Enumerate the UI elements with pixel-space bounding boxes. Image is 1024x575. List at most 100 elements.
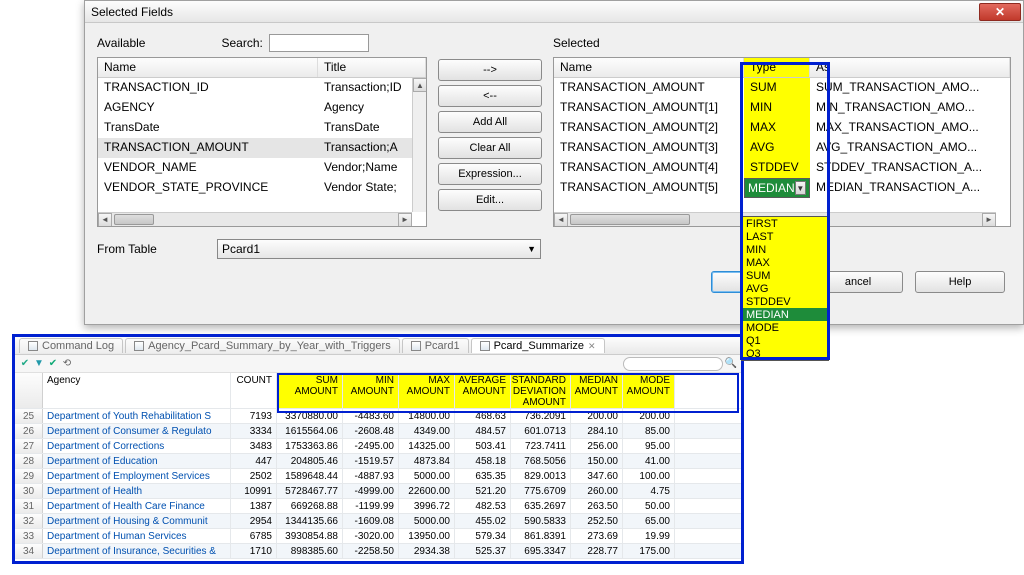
table-row[interactable]: 26Department of Consumer & Regulato33341… — [15, 424, 741, 439]
search-icon[interactable]: 🔍 — [725, 358, 737, 370]
available-vscroll[interactable]: ▲ — [412, 78, 426, 212]
tab[interactable]: Command Log — [19, 338, 123, 353]
type-cell[interactable]: AVG — [744, 138, 810, 158]
cell-agency[interactable]: Department of Consumer & Regulato — [43, 424, 231, 438]
type-cell-editing[interactable]: MEDIAN▼ — [744, 178, 810, 198]
selected-header-name[interactable]: Name — [554, 58, 744, 77]
available-row[interactable]: AGENCYAgency — [98, 98, 426, 118]
type-cell[interactable]: STDDEV — [744, 158, 810, 178]
tab[interactable]: Pcard1 — [402, 338, 469, 353]
table-row[interactable]: 33Department of Human Services6785393085… — [15, 529, 741, 544]
cell-agency[interactable]: Department of Education — [43, 454, 231, 468]
tab-close-icon[interactable]: ✕ — [588, 341, 596, 352]
header-avg[interactable]: AVERAGE AMOUNT — [455, 373, 511, 408]
available-cell-name: TRANSACTION_AMOUNT — [98, 138, 318, 158]
scroll-up-icon[interactable]: ▲ — [413, 78, 427, 92]
type-cell[interactable]: MIN — [744, 98, 810, 118]
cell-agency[interactable]: Department of Employment Services — [43, 469, 231, 483]
cell-agency[interactable]: Department of Corrections — [43, 439, 231, 453]
dropdown-option[interactable]: Q3 — [742, 347, 828, 360]
search-input[interactable] — [269, 34, 369, 52]
available-row[interactable]: TRANSACTION_IDTransaction;ID — [98, 78, 426, 98]
dropdown-option[interactable]: MIN — [742, 243, 828, 256]
scroll-right-icon[interactable]: ► — [982, 213, 996, 227]
scroll-track[interactable] — [112, 213, 398, 227]
dropdown-option[interactable]: MAX — [742, 256, 828, 269]
dropdown-option[interactable]: STDDEV — [742, 295, 828, 308]
header-mode[interactable]: MODE AMOUNT — [623, 373, 675, 408]
selected-row[interactable]: TRANSACTION_AMOUNT[2]MAXMAX_TRANSACTION_… — [554, 118, 1010, 138]
header-count[interactable]: COUNT — [231, 373, 277, 408]
selected-row[interactable]: TRANSACTION_AMOUNT[1]MINMIN_TRANSACTION_… — [554, 98, 1010, 118]
header-med[interactable]: MEDIAN AMOUNT — [571, 373, 623, 408]
edit-button[interactable]: Edit... — [438, 189, 542, 211]
scroll-thumb[interactable] — [570, 214, 690, 225]
available-row[interactable]: TRANSACTION_AMOUNTTransaction;A — [98, 138, 426, 158]
dropdown-option[interactable]: AVG — [742, 282, 828, 295]
cell-agency[interactable]: Department of Human Services — [43, 529, 231, 543]
dropdown-option[interactable]: Q1 — [742, 334, 828, 347]
available-row[interactable]: TransDateTransDate — [98, 118, 426, 138]
header-max[interactable]: MAX AMOUNT — [399, 373, 455, 408]
scroll-thumb[interactable] — [114, 214, 154, 225]
tab[interactable]: Agency_Pcard_Summary_by_Year_with_Trigge… — [125, 338, 400, 353]
cell-agency[interactable]: Department of Health — [43, 484, 231, 498]
selected-header-as[interactable]: As — [810, 58, 1010, 77]
header-std[interactable]: STANDARD DEVIATION AMOUNT — [511, 373, 571, 408]
header-min[interactable]: MIN AMOUNT — [343, 373, 399, 408]
move-right-button[interactable]: --> — [438, 59, 542, 81]
check-icon[interactable]: ✔ — [19, 358, 31, 370]
selected-list[interactable]: Name Type As TRANSACTION_AMOUNTSUMSUM_TR… — [553, 57, 1011, 227]
table-row[interactable]: 28Department of Education447204805.46-15… — [15, 454, 741, 469]
move-left-button[interactable]: <-- — [438, 85, 542, 107]
available-row[interactable]: VENDOR_NAMEVendor;Name — [98, 158, 426, 178]
cell-agency[interactable]: Department of Youth Rehabilitation S — [43, 409, 231, 423]
table-row[interactable]: 31Department of Health Care Finance13876… — [15, 499, 741, 514]
dropdown-option[interactable]: LAST — [742, 230, 828, 243]
scroll-right-icon[interactable]: ► — [398, 213, 412, 227]
type-cell[interactable]: SUM — [744, 78, 810, 98]
type-cell[interactable]: MAX — [744, 118, 810, 138]
dropdown-option[interactable]: MEDIAN — [742, 308, 828, 321]
selected-header-type[interactable]: Type — [744, 58, 810, 77]
table-row[interactable]: 34Department of Insurance, Securities &1… — [15, 544, 741, 559]
clear-all-button[interactable]: Clear All — [438, 137, 542, 159]
cell-agency[interactable]: Department of Health Care Finance — [43, 499, 231, 513]
scroll-left-icon[interactable]: ◄ — [554, 213, 568, 227]
table-row[interactable]: 30Department of Health109915728467.77-49… — [15, 484, 741, 499]
available-row[interactable]: VENDOR_STATE_PROVINCEVendor State; — [98, 178, 426, 198]
scroll-left-icon[interactable]: ◄ — [98, 213, 112, 227]
selected-row[interactable]: TRANSACTION_AMOUNT[4]STDDEVSTDDEV_TRANSA… — [554, 158, 1010, 178]
funnel-icon[interactable]: ▼ — [33, 358, 45, 370]
type-dropdown[interactable]: FIRSTLASTMINMAXSUMAVGSTDDEVMEDIANMODEQ1Q… — [741, 216, 829, 361]
expression-button[interactable]: Expression... — [438, 163, 542, 185]
available-hscroll[interactable]: ◄ ► — [98, 212, 412, 226]
cell-agency[interactable]: Department of Insurance, Securities & — [43, 544, 231, 558]
table-row[interactable]: 29Department of Employment Services25021… — [15, 469, 741, 484]
from-table-select[interactable]: Pcard1 ▼ — [217, 239, 541, 259]
tab[interactable]: Pcard_Summarize ✕ — [471, 338, 605, 353]
help-button[interactable]: Help — [915, 271, 1005, 293]
header-sum[interactable]: SUM AMOUNT — [277, 373, 343, 408]
grid-search-input[interactable] — [623, 357, 723, 371]
selected-row[interactable]: TRANSACTION_AMOUNT[3]AVGAVG_TRANSACTION_… — [554, 138, 1010, 158]
available-header-title[interactable]: Title — [318, 58, 426, 77]
table-row[interactable]: 32Department of Housing & Communit295413… — [15, 514, 741, 529]
close-button[interactable]: ✕ — [979, 3, 1021, 21]
table-row[interactable]: 25Department of Youth Rehabilitation S71… — [15, 409, 741, 424]
chevron-down-icon[interactable]: ▼ — [795, 181, 806, 195]
row-number: 30 — [15, 484, 43, 498]
available-list[interactable]: Name Title TRANSACTION_IDTransaction;IDA… — [97, 57, 427, 227]
dropdown-option[interactable]: MODE — [742, 321, 828, 334]
dropdown-option[interactable]: SUM — [742, 269, 828, 282]
selected-row[interactable]: TRANSACTION_AMOUNT[5]MEDIAN▼MEDIAN_TRANS… — [554, 178, 1010, 198]
selected-row[interactable]: TRANSACTION_AMOUNTSUMSUM_TRANSACTION_AMO… — [554, 78, 1010, 98]
check-green-icon[interactable]: ✔ — [47, 358, 59, 370]
available-header-name[interactable]: Name — [98, 58, 318, 77]
dropdown-option[interactable]: FIRST — [742, 217, 828, 230]
add-all-button[interactable]: Add All — [438, 111, 542, 133]
refresh-icon[interactable]: ⟲ — [61, 358, 73, 370]
cell-agency[interactable]: Department of Housing & Communit — [43, 514, 231, 528]
header-agency[interactable]: Agency — [43, 373, 231, 408]
table-row[interactable]: 27Department of Corrections34831753363.8… — [15, 439, 741, 454]
